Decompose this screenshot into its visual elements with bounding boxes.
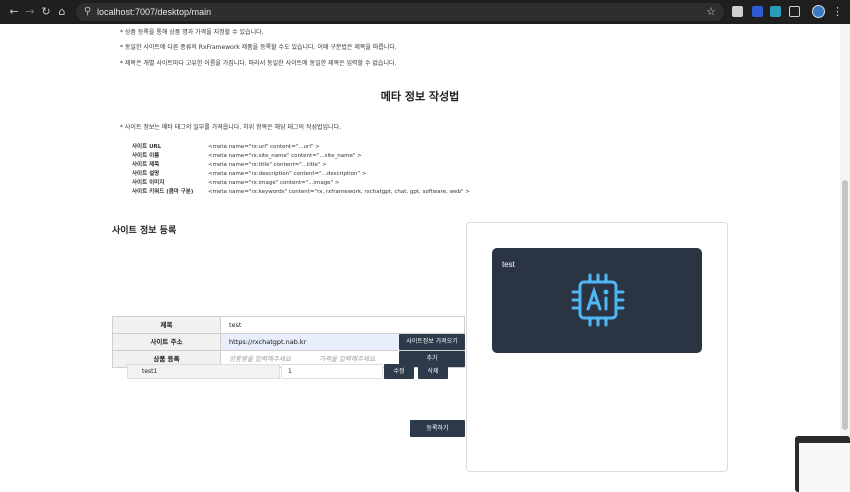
meta-key: 사이트 이름 — [132, 153, 160, 159]
extension-icon[interactable] — [770, 6, 781, 17]
extensions-puzzle-icon[interactable] — [789, 6, 800, 17]
note-text: * 상품 등록을 통해 상품 명과 가격을 지정할 수 있습니다. — [120, 29, 264, 36]
meta-intro-text: * 사이트 정보는 메타 태그의 일부를 가져옵니다. 하위 항목은 해당 태그… — [120, 124, 341, 131]
meta-value: <meta name="rx:keywords" content="rx, rx… — [208, 189, 470, 195]
bookmark-star-icon[interactable]: ☆ — [706, 4, 716, 20]
address-bar[interactable]: ⚲ localhost:7007/desktop/main ☆ — [76, 3, 724, 21]
meta-key: 사이트 설명 — [132, 171, 160, 177]
submit-register-button[interactable]: 등록하기 — [410, 420, 465, 437]
meta-row: 사이트 이미지 <meta name="rx:image" content="..… — [132, 178, 339, 186]
meta-value: <meta name="rx:description" content="...… — [208, 171, 367, 177]
extension-icon[interactable] — [732, 6, 743, 17]
meta-section-title: 메타 정보 작성법 — [380, 90, 460, 103]
title-label: 제목 — [113, 317, 221, 333]
url-row: 사이트 주소 https://rxchatgpt.nab.kr 사이트정보 가져… — [112, 333, 465, 350]
scrollbar-thumb[interactable] — [842, 180, 848, 430]
title-input[interactable]: test — [229, 317, 241, 333]
meta-value: <meta name="rx:site_name" content="...si… — [208, 153, 362, 159]
title-row: 제목 test — [112, 316, 465, 333]
reload-icon[interactable]: ↻ — [38, 4, 54, 20]
product-name-field[interactable]: test1 — [127, 364, 280, 379]
meta-value: <meta name="rx:image" content="...image"… — [208, 180, 340, 186]
site-info-icon[interactable]: ⚲ — [84, 5, 91, 19]
site-url-input[interactable]: https://rxchatgpt.nab.kr — [221, 334, 399, 350]
meta-key: 사이트 제목 — [132, 162, 160, 168]
fetch-site-info-button[interactable]: 사이트정보 가져오기 — [399, 334, 465, 350]
profile-avatar[interactable] — [812, 5, 825, 18]
screenshot-thumbnail-preview — [799, 443, 850, 492]
meta-row: 사이트 URL <meta name="rx:url" content="...u… — [132, 142, 320, 150]
meta-key: 사이트 URL — [132, 144, 162, 150]
menu-kebab-icon[interactable]: ⋮ — [832, 4, 843, 20]
meta-row: 사이트 키워드 (콤마 구분) <meta name="rx:keywords" … — [132, 187, 470, 195]
home-icon[interactable]: ⌂ — [54, 4, 70, 20]
note-text: * 제목은 개별 사이트마다 고유한 이름을 가집니다. 따라서 동일한 사이트… — [120, 60, 397, 67]
card-title: test — [502, 260, 515, 269]
meta-row: 사이트 이름 <meta name="rx:site_name" content=… — [132, 151, 362, 159]
meta-row: 사이트 설명 <meta name="rx:description" conten… — [132, 169, 366, 177]
meta-key: 사이트 키워드 (콤마 구분) — [132, 189, 194, 195]
note-text: * 동일한 사이트에 다른 종류의 RxFramework 제품을 등록할 수도… — [120, 44, 397, 51]
registration-title: 사이트 정보 등록 — [112, 226, 177, 236]
meta-value: <meta name="rx:title" content="...title"… — [208, 162, 327, 168]
meta-row: 사이트 제목 <meta name="rx:title" content="...… — [132, 160, 327, 168]
site-preview-card[interactable]: test — [492, 248, 702, 353]
forward-icon[interactable]: → — [22, 4, 38, 20]
browser-toolbar: ← → ↻ ⌂ ⚲ localhost:7007/desktop/main ☆ … — [0, 0, 850, 24]
product-price-field[interactable]: 1 — [281, 364, 383, 379]
extension-icon[interactable] — [752, 6, 763, 17]
url-label: 사이트 주소 — [113, 334, 221, 350]
edit-product-button[interactable]: 수정 — [384, 364, 414, 379]
ai-chip-icon — [571, 273, 625, 327]
meta-key: 사이트 이미지 — [132, 180, 165, 186]
product-list-item: test1 1 수정 삭제 — [127, 364, 464, 379]
meta-value: <meta name="rx:url" content="...url" > — [208, 144, 320, 150]
back-icon[interactable]: ← — [6, 4, 22, 20]
url-text[interactable]: localhost:7007/desktop/main — [97, 5, 211, 19]
delete-product-button[interactable]: 삭제 — [418, 364, 448, 379]
